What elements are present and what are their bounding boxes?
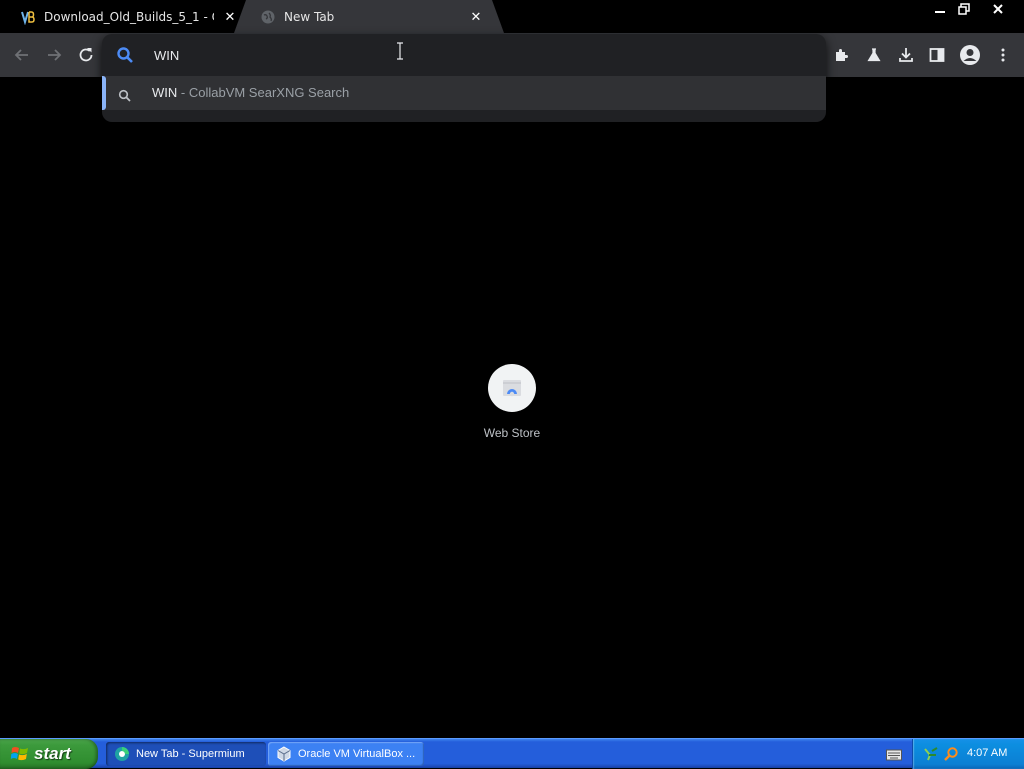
download-icon[interactable] bbox=[892, 41, 920, 69]
shortcut-web-store[interactable]: Web Store bbox=[472, 364, 552, 448]
omnibox-suggestion[interactable]: WIN - CollabVM SearXNG Search bbox=[102, 76, 826, 110]
search-icon bbox=[116, 46, 134, 64]
taskbar-button-label: Oracle VM VirtualBox ... bbox=[298, 748, 416, 760]
virtualbox-icon bbox=[276, 746, 292, 762]
tab-strip: Download_Old_Builds_5_1 - Oracle ✕ New T… bbox=[0, 0, 1024, 33]
menu-kebab-icon[interactable] bbox=[989, 41, 1017, 69]
taskbar-button-label: New Tab - Supermium bbox=[136, 748, 245, 760]
minimize-icon[interactable] bbox=[928, 0, 952, 18]
restore-icon[interactable] bbox=[952, 0, 976, 18]
extensions-icon[interactable] bbox=[828, 41, 856, 69]
supermium-icon bbox=[114, 746, 130, 762]
address-bar[interactable] bbox=[102, 34, 826, 76]
tab-title: New Tab bbox=[284, 9, 335, 24]
globe-icon bbox=[260, 9, 276, 25]
start-label: start bbox=[34, 744, 71, 763]
taskbar-button-supermium[interactable]: New Tab - Supermium bbox=[106, 742, 266, 766]
search-icon bbox=[118, 88, 132, 102]
web-store-icon bbox=[488, 364, 536, 412]
network-icon[interactable] bbox=[923, 746, 939, 762]
suggestion-separator: - bbox=[177, 85, 189, 100]
tab-download-old-builds[interactable]: Download_Old_Builds_5_1 - Oracle ✕ bbox=[10, 0, 246, 33]
omnibox-dropdown: WIN - CollabVM SearXNG Search bbox=[102, 34, 826, 122]
tab-new-tab[interactable]: New Tab ✕ bbox=[234, 0, 504, 33]
windows-logo-icon bbox=[10, 744, 30, 764]
forward-arrow-icon[interactable] bbox=[40, 41, 68, 69]
clock[interactable]: 4:07 AM bbox=[967, 747, 1007, 759]
taskbar: start New Tab - Supermium Oracle VM Virt… bbox=[0, 738, 1024, 769]
keyboard-icon[interactable] bbox=[886, 747, 902, 761]
suggestion-engine: CollabVM SearXNG Search bbox=[188, 85, 350, 100]
tab-title: Download_Old_Builds_5_1 - Oracle bbox=[44, 9, 214, 24]
search-icon[interactable] bbox=[943, 746, 959, 762]
side-panel-icon[interactable] bbox=[923, 41, 951, 69]
virtualbox-icon bbox=[20, 9, 36, 25]
close-icon[interactable] bbox=[978, 0, 1018, 18]
labs-flask-icon[interactable] bbox=[860, 41, 888, 69]
suggestion-selected-indicator bbox=[102, 76, 106, 110]
profile-avatar-icon[interactable] bbox=[956, 41, 984, 69]
address-input[interactable] bbox=[152, 45, 752, 65]
taskbar-button-virtualbox[interactable]: Oracle VM VirtualBox ... bbox=[268, 742, 424, 766]
back-arrow-icon[interactable] bbox=[8, 41, 36, 69]
text-cursor-icon bbox=[396, 42, 404, 60]
suggestion-text: WIN - CollabVM SearXNG Search bbox=[152, 85, 349, 100]
close-tab-icon[interactable]: ✕ bbox=[468, 9, 484, 25]
system-tray: 4:07 AM bbox=[912, 739, 1024, 769]
reload-icon[interactable] bbox=[72, 41, 100, 69]
start-button[interactable]: start bbox=[0, 739, 98, 769]
suggestion-query: WIN bbox=[152, 85, 178, 100]
shortcut-label: Web Store bbox=[483, 426, 541, 440]
